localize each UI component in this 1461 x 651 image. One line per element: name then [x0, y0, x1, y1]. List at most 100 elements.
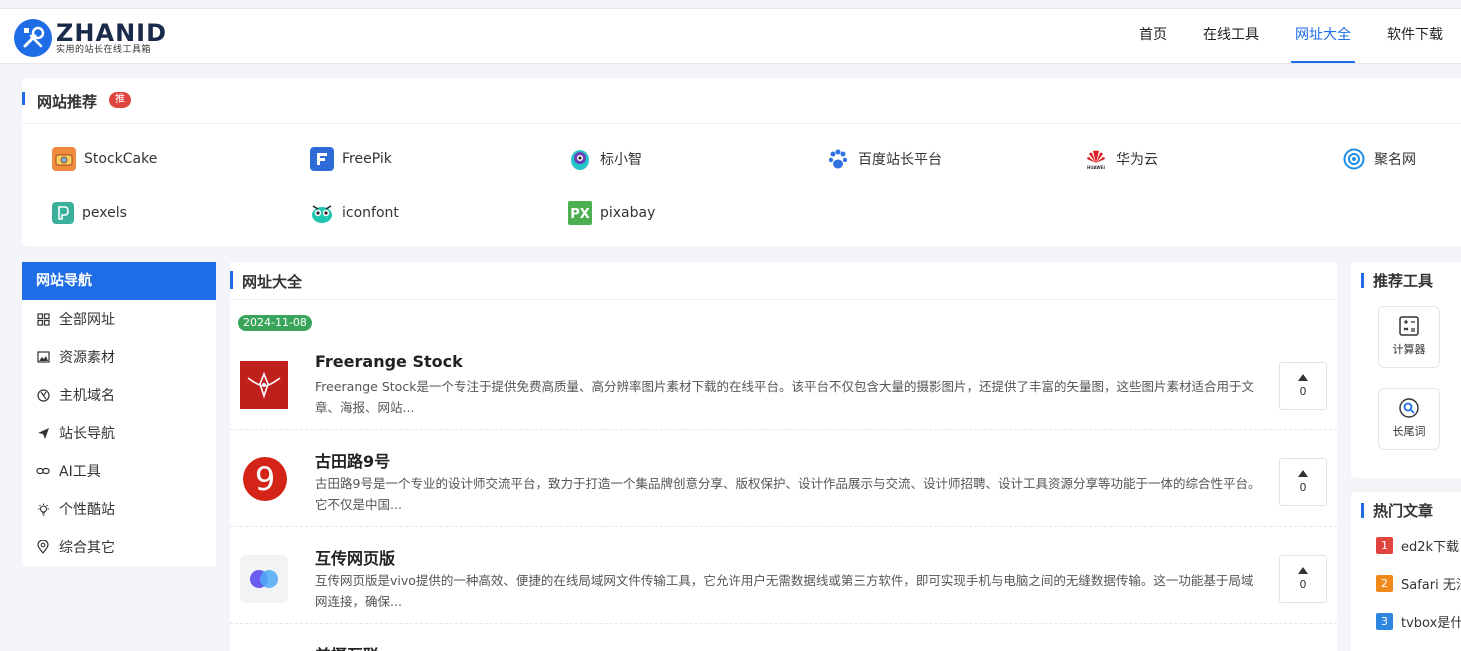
rec-item-huawei-cloud[interactable]: HUAWEI 华为云: [1084, 146, 1158, 172]
rec-item-pexels[interactable]: pexels: [52, 200, 127, 226]
recommend-title: 网站推荐: [37, 93, 98, 111]
caret-up-icon: [1298, 374, 1308, 381]
nav-online-tools[interactable]: 在线工具: [1185, 9, 1277, 63]
sidebar-item-label: 综合其它: [59, 540, 115, 556]
rec-item-juming[interactable]: 聚名网: [1342, 146, 1416, 172]
entry-description: 古田路9号是一个专业的设计师交流平台，致力于打造一个集品牌创意分享、版权保护、设…: [315, 476, 1261, 512]
rec-label: StockCake: [84, 151, 158, 167]
caret-up-icon: [1298, 567, 1308, 574]
tools-title: 推荐工具: [1373, 272, 1434, 290]
entry-title[interactable]: 古田路9号: [315, 448, 390, 472]
hot-article-item[interactable]: 2 Safari 无法: [1376, 574, 1461, 593]
search-icon: [1398, 397, 1420, 419]
calculator-icon: [1398, 315, 1420, 337]
iconfont-icon: [310, 201, 334, 225]
camera-icon: [52, 147, 76, 171]
upvote-button[interactable]: 0: [1279, 362, 1327, 410]
rec-item-pixabay[interactable]: PX pixabay: [568, 200, 655, 226]
rank-badge: 3: [1376, 613, 1393, 630]
section-accent-bar: [1361, 503, 1364, 518]
vote-count: 0: [1299, 385, 1307, 398]
date-badge: 2024-11-08: [238, 315, 312, 331]
recommend-header: 网站推荐 推: [22, 78, 1461, 124]
site-entry[interactable]: 互传网页版 互传网页版是vivo提供的一种高效、便捷的在线局域网文件传输工具，它…: [230, 527, 1337, 624]
site-entry[interactable]: 美摄互联: [230, 624, 1337, 651]
rec-item-baidu-webmaster[interactable]: 百度站长平台: [826, 146, 942, 172]
rec-label: 聚名网: [1374, 152, 1416, 168]
sidebar-item-all-sites[interactable]: 全部网址: [22, 300, 216, 338]
sidebar-item-label: 个性酷站: [59, 502, 115, 518]
recommended-tools-panel: 推荐工具 计算器 长尾词: [1351, 262, 1461, 478]
entry-title[interactable]: 互传网页版: [315, 545, 395, 569]
rank-badge: 1: [1376, 537, 1393, 554]
freerange-logo-icon: [240, 361, 288, 409]
rec-label: pexels: [82, 205, 127, 221]
entry-title[interactable]: 美摄互联: [315, 642, 379, 651]
sidebar-item-others[interactable]: 综合其它: [22, 528, 216, 566]
upvote-button[interactable]: 0: [1279, 458, 1327, 506]
hot-article-title: tvbox是什: [1401, 616, 1461, 631]
tool-label: 长尾词: [1392, 425, 1426, 438]
section-accent-bar: [22, 92, 25, 105]
baidu-paw-icon: [826, 147, 850, 171]
site-logo[interactable]: ZHANID 实用的站长在线工具箱: [14, 19, 167, 57]
rec-item-biaoxiaozhi[interactable]: 标小智: [568, 146, 642, 172]
entry-title[interactable]: Freerange Stock: [315, 352, 463, 371]
site-recommend-panel: 网站推荐 推 StockCake FreePik 标小智 百度站长平台 HUAW…: [22, 78, 1461, 246]
recommend-badge: 推: [109, 92, 131, 108]
entry-description: Freerange Stock是一个专注于提供免费高质量、高分辨率图片素材下载的…: [315, 379, 1254, 415]
directory-title: 网址大全: [242, 273, 303, 291]
nav-home[interactable]: 首页: [1121, 9, 1185, 63]
sidebar-item-cool-sites[interactable]: 个性酷站: [22, 490, 216, 528]
rec-label: iconfont: [342, 205, 399, 221]
sidebar-item-label: 站长导航: [59, 426, 115, 442]
link-icon: [36, 464, 50, 478]
entry-description: 互传网页版是vivo提供的一种高效、便捷的在线局域网文件传输工具，它允许用户无需…: [315, 573, 1254, 609]
sidebar-item-label: AI工具: [59, 464, 101, 480]
hot-articles-panel: 热门文章 1 ed2k下载 2 Safari 无法 3 tvbox是什: [1351, 492, 1461, 651]
freepik-icon: [310, 147, 334, 171]
rec-item-iconfont[interactable]: iconfont: [310, 200, 399, 226]
rec-label: 华为云: [1116, 152, 1158, 168]
hot-article-title: Safari 无法: [1401, 578, 1461, 593]
sidebar-item-webmaster-nav[interactable]: 站长导航: [22, 414, 216, 452]
main-nav: 首页 在线工具 网址大全 软件下载: [1121, 9, 1461, 63]
tool-calculator[interactable]: 计算器: [1378, 306, 1440, 368]
sidebar-title[interactable]: 网站导航: [22, 262, 216, 300]
image-icon: [36, 350, 50, 364]
caret-up-icon: [1298, 470, 1308, 477]
tool-label: 计算器: [1392, 343, 1426, 356]
huawei-icon: HUAWEI: [1084, 147, 1108, 171]
site-header: ZHANID 实用的站长在线工具箱 首页 在线工具 网址大全 软件下载: [0, 8, 1461, 64]
svg-text:HUAWEI: HUAWEI: [1087, 165, 1106, 170]
sidebar-item-ai-tools[interactable]: AI工具: [22, 452, 216, 490]
tool-longtail-keywords[interactable]: 长尾词: [1378, 388, 1440, 450]
sidebar-item-resources[interactable]: 资源素材: [22, 338, 216, 376]
sidebar-item-hosting[interactable]: 主机域名: [22, 376, 216, 414]
site-entry[interactable]: Freerange Stock Freerange Stock是一个专注于提供免…: [230, 334, 1337, 430]
send-icon: [36, 426, 50, 440]
hot-article-item[interactable]: 1 ed2k下载: [1376, 536, 1459, 555]
hot-article-title: ed2k下载: [1401, 540, 1460, 555]
rec-item-freepik[interactable]: FreePik: [310, 146, 392, 172]
logo-wordmark: ZHANID: [56, 18, 167, 47]
rec-label: 标小智: [600, 152, 642, 168]
rec-label: FreePik: [342, 151, 392, 167]
globe-icon: [36, 388, 50, 402]
site-entry[interactable]: 9 古田路9号 古田路9号是一个专业的设计师交流平台，致力于打造一个集品牌创意分…: [230, 430, 1337, 527]
sidebar-item-label: 全部网址: [59, 312, 115, 328]
upvote-button[interactable]: 0: [1279, 555, 1327, 603]
logo-tagline: 实用的站长在线工具箱: [56, 44, 152, 55]
vote-count: 0: [1299, 578, 1307, 591]
hot-article-item[interactable]: 3 tvbox是什: [1376, 612, 1461, 631]
nav-site-directory[interactable]: 网址大全: [1277, 9, 1369, 63]
bulb-icon: [36, 502, 50, 516]
nav-software-download[interactable]: 软件下载: [1369, 9, 1461, 63]
location-icon: [36, 540, 50, 554]
site-nav-sidebar: 网站导航 全部网址 资源素材 主机域名 站长导航 AI工具 个性酷站 综合其它: [22, 262, 216, 566]
rec-label: pixabay: [600, 205, 656, 221]
rank-badge: 2: [1376, 575, 1393, 592]
svg-text:PX: PX: [570, 207, 590, 221]
rec-item-stockcake[interactable]: StockCake: [52, 146, 157, 172]
juming-icon: [1342, 147, 1366, 171]
